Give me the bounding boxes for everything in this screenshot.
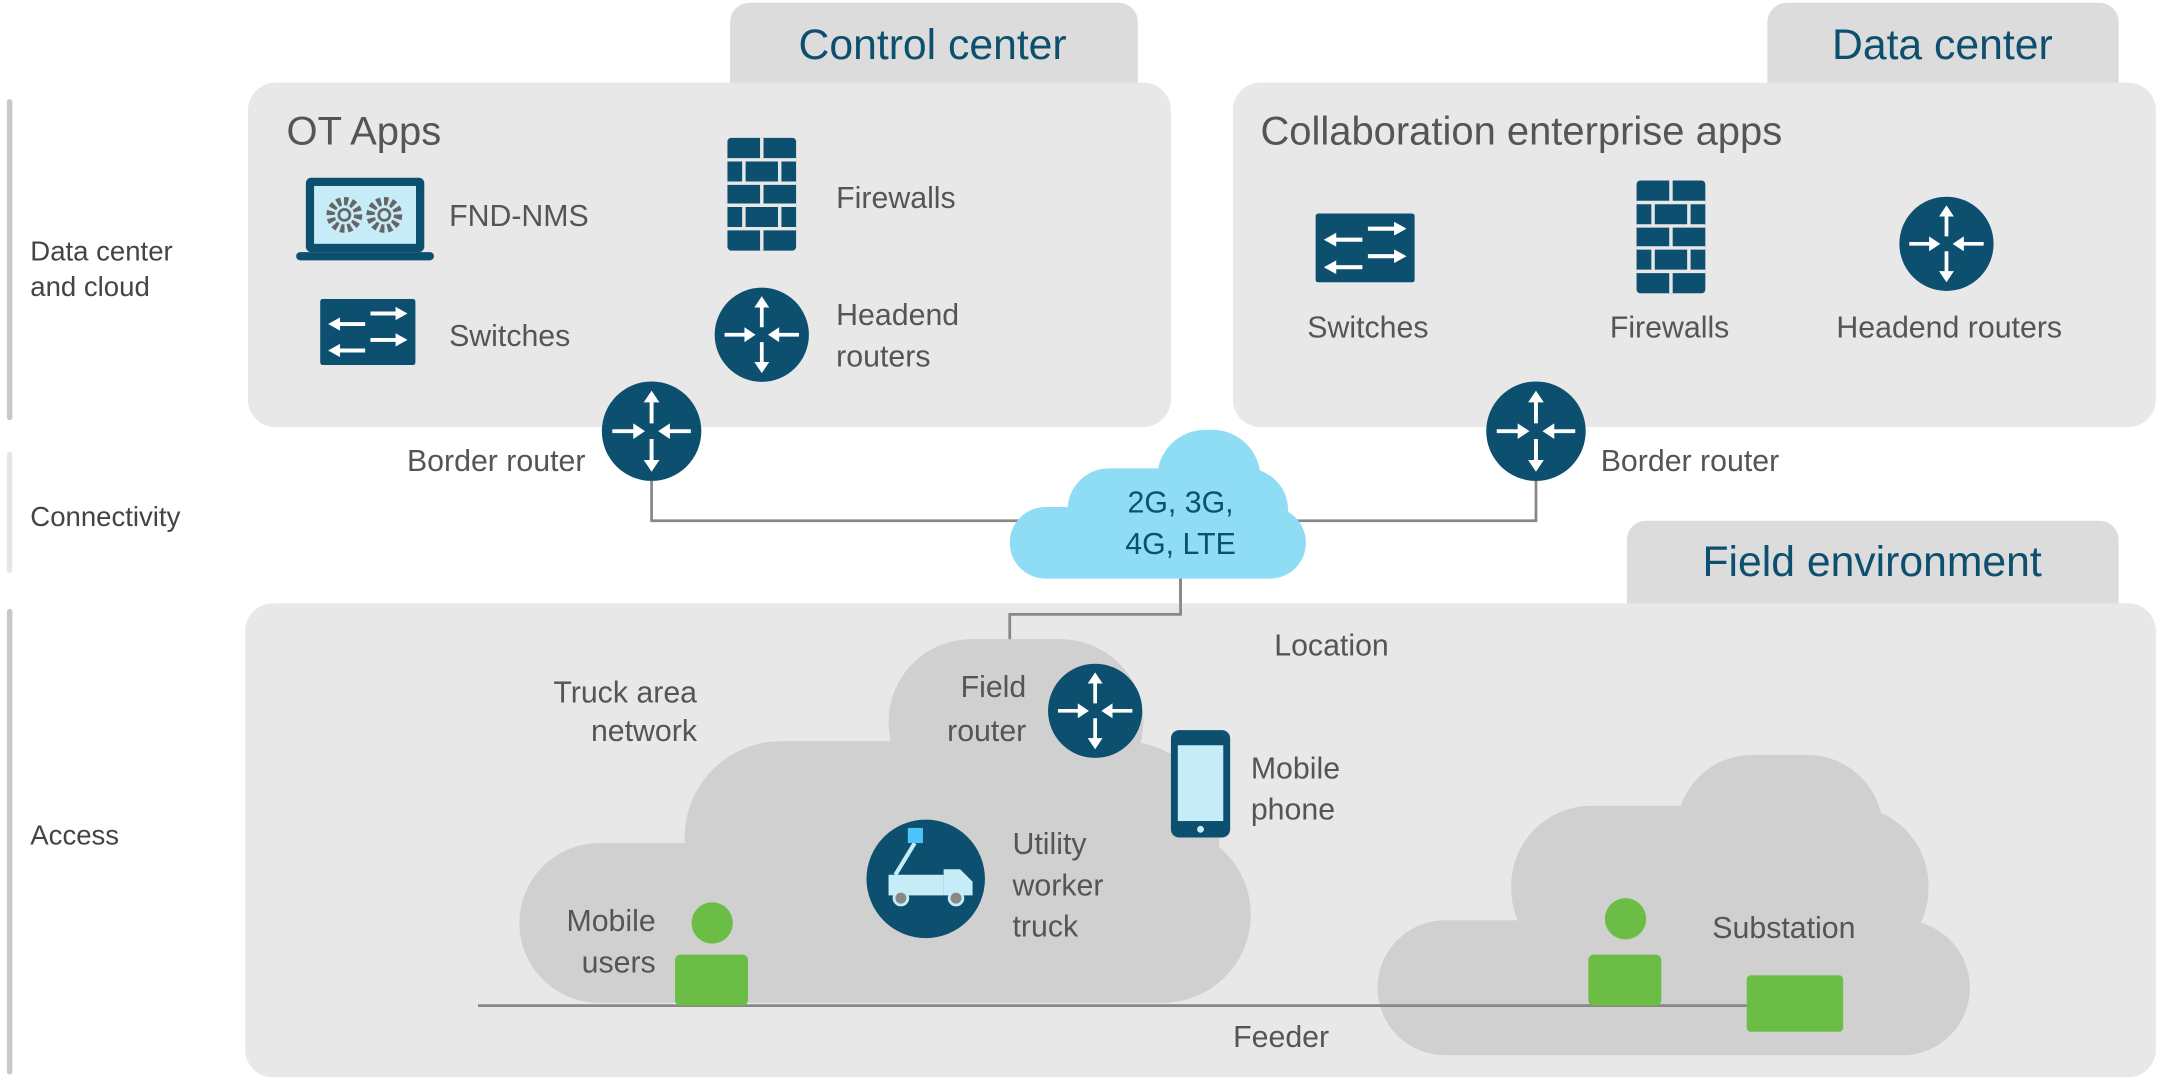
network-diagram: Data center and cloud Connectivity Acces… bbox=[6, 2, 2156, 1078]
fnd-nms-label: FND-NMS bbox=[449, 200, 589, 233]
truck-label: Utility bbox=[1013, 828, 1088, 861]
feeder-label: Feeder bbox=[1233, 1021, 1329, 1054]
firewalls-label: Firewalls bbox=[836, 182, 956, 215]
firewall-icon bbox=[1636, 180, 1706, 294]
mobile-phone-label-2: phone bbox=[1251, 794, 1335, 827]
dc-headend-label: Headend routers bbox=[1836, 312, 2062, 345]
switch-icon bbox=[320, 299, 415, 365]
control-center-tab-label: Control center bbox=[799, 21, 1067, 69]
ot-apps-title: OT Apps bbox=[287, 110, 442, 154]
substation-icon bbox=[1746, 975, 1844, 1032]
connectivity-layer-bar bbox=[6, 451, 13, 574]
laptop-icon bbox=[296, 177, 434, 261]
field-environment-tab-label: Field environment bbox=[1702, 538, 2041, 586]
data-center-tab-label: Data center bbox=[1832, 21, 2053, 69]
truck-area-network-label: Truck area bbox=[553, 677, 697, 710]
layer-label-datacenter: Data center bbox=[30, 235, 172, 266]
headend-router-icon bbox=[712, 285, 811, 384]
truck-label-2: worker bbox=[1012, 869, 1104, 902]
collab-apps-title: Collaboration enterprise apps bbox=[1260, 110, 1782, 154]
cellular-label-2: 4G, LTE bbox=[1125, 528, 1236, 561]
switches-label: Switches bbox=[449, 320, 570, 353]
border-router-icon bbox=[599, 379, 704, 483]
field-router-label-2: router bbox=[947, 715, 1026, 748]
field-router-label: Field bbox=[961, 671, 1027, 704]
firewall-icon bbox=[727, 137, 797, 251]
dc-switches-label: Switches bbox=[1307, 312, 1428, 345]
headend-routers-label-2: routers bbox=[836, 340, 930, 373]
layer-label-access: Access bbox=[30, 819, 119, 850]
datacenter-layer-bar bbox=[6, 99, 13, 421]
mobile-phone-label: Mobile bbox=[1251, 752, 1340, 785]
truck-label-3: truck bbox=[1013, 911, 1080, 944]
field-router-icon bbox=[1046, 661, 1145, 760]
location-label: Location bbox=[1274, 630, 1389, 663]
cellular-label: 2G, 3G, bbox=[1128, 486, 1234, 519]
layer-label-datacenter-2: and cloud bbox=[30, 271, 149, 302]
border-router-label: Border router bbox=[407, 445, 585, 478]
border-router-icon bbox=[1484, 379, 1588, 483]
mobile-users-label-2: users bbox=[582, 947, 656, 980]
access-layer-bar bbox=[6, 608, 13, 1075]
headend-router-icon bbox=[1897, 194, 1996, 293]
truck-area-network-label-2: network bbox=[591, 715, 698, 748]
mobile-users-label: Mobile bbox=[566, 905, 655, 938]
mobile-phone-icon bbox=[1170, 730, 1231, 838]
dc-border-router-label: Border router bbox=[1601, 445, 1780, 478]
layer-label-connectivity: Connectivity bbox=[30, 501, 180, 532]
switch-icon bbox=[1316, 214, 1415, 283]
substation-label: Substation bbox=[1712, 912, 1855, 945]
headend-routers-label: Headend bbox=[836, 299, 959, 332]
utility-truck-icon bbox=[866, 819, 985, 939]
dc-firewalls-label: Firewalls bbox=[1610, 312, 1730, 345]
